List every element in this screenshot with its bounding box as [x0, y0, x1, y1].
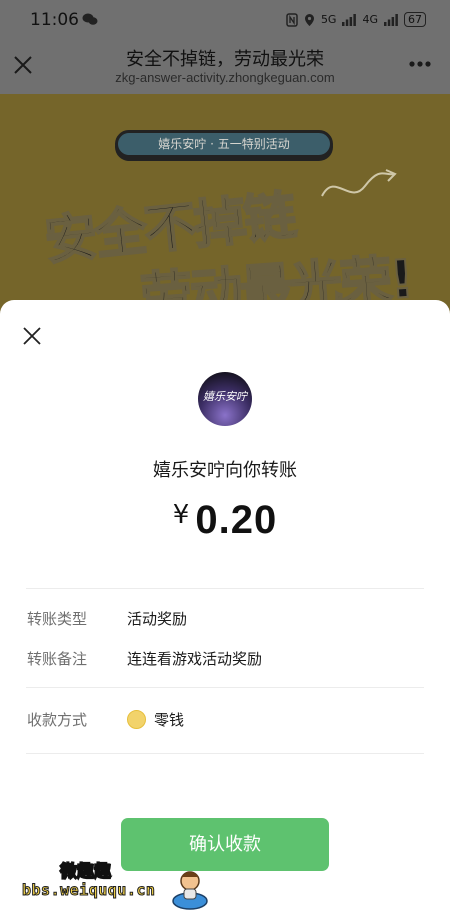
event-banner: 嬉乐安咛 · 五一特别活动 安全不掉链 劳动最光荣! — [0, 94, 450, 324]
close-icon[interactable] — [22, 326, 42, 346]
divider — [26, 753, 424, 754]
detail-label: 转账备注 — [27, 650, 88, 668]
status-time: 11:06 — [30, 10, 79, 30]
nfc-icon — [286, 12, 298, 27]
signal-bars-icon — [384, 13, 398, 26]
signal-5g-label: 5G — [320, 13, 337, 26]
avatar-logo-text: 嬉乐安咛 — [203, 390, 247, 403]
page-url: zkg-answer-activity.zhongkeguan.com — [115, 70, 335, 85]
event-pill: 嬉乐安咛 · 五一特别活动 — [115, 130, 333, 158]
status-bar: 11:06 5G 4G 67 — [0, 0, 450, 40]
location-icon — [304, 13, 314, 26]
detail-label: 收款方式 — [27, 711, 88, 729]
arrow-doodle-icon — [321, 169, 397, 197]
avatar: 嬉乐安咛 — [198, 372, 252, 426]
watermark-title: 微趣趣 — [59, 861, 112, 883]
amount-value: 0.20 — [195, 498, 278, 542]
detail-value: 零钱 — [154, 711, 185, 729]
transfer-amount: ¥0.20 — [0, 498, 450, 543]
sender-line: 嬉乐安咛向你转账 — [153, 460, 297, 481]
more-icon[interactable] — [408, 60, 432, 68]
detail-label: 转账类型 — [27, 610, 88, 628]
signal-bars-icon — [342, 13, 357, 26]
detail-row-note: 转账备注 连连看游戏活动奖励 — [27, 648, 262, 669]
signal-4g-label: 4G — [362, 13, 378, 26]
watermark: 微趣趣 bbs.weiququ.cn — [20, 855, 210, 915]
coin-icon — [127, 710, 146, 729]
page-title: 安全不掉链，劳动最光荣 — [126, 49, 324, 70]
transfer-sheet: 嬉乐安咛 嬉乐安咛向你转账 ¥0.20 转账类型 活动奖励 转账备注 连连看游戏活动… — [0, 300, 450, 920]
divider — [26, 687, 424, 688]
title-bar: 安全不掉链，劳动最光荣 zkg-answer-activity.zhongkeg… — [0, 40, 450, 94]
event-pill-text: 嬉乐安咛 · 五一特别活动 — [158, 137, 290, 151]
detail-row-type: 转账类型 活动奖励 — [27, 608, 187, 629]
watermark-url: bbs.weiququ.cn — [21, 881, 156, 900]
battery-indicator: 67 — [404, 12, 426, 27]
detail-value: 连连看游戏活动奖励 — [127, 650, 263, 668]
currency-symbol: ¥ — [172, 500, 190, 530]
detail-row-method[interactable]: 收款方式 零钱 — [27, 709, 184, 730]
divider — [26, 588, 424, 589]
status-icons: 5G 4G 67 — [286, 12, 426, 27]
mascot-icon — [172, 871, 208, 910]
wechat-icon — [82, 13, 98, 25]
detail-value: 活动奖励 — [127, 610, 188, 628]
